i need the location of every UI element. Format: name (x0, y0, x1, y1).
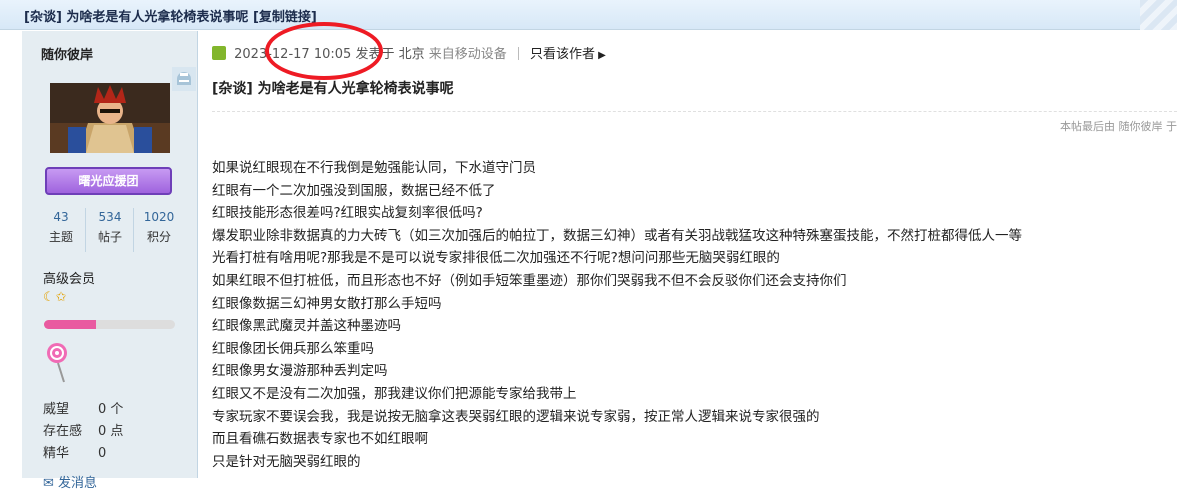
info-digest: 精华 0 (43, 442, 106, 461)
post-line: 红眼像男女漫游那种丢判定吗 (212, 363, 388, 380)
post-body: 如果说红眼现在不行我倒是勉强能认同，下水道守门员 红眼有一个二次加强没到国服，数据… (212, 157, 1177, 473)
author-sidebar: 随你彼岸 曙光应援团 43 主题 534 帖子 1020 积分 高级会员 ☾✩ … (22, 31, 198, 491)
stat-posts-value: 534 (98, 210, 122, 224)
post-line: 红眼技能形态很差吗?红眼实战复刻率很低吗? (212, 205, 483, 222)
info-presence-key: 存在感 (43, 424, 83, 439)
stat-posts[interactable]: 534 帖子 (85, 208, 134, 252)
post-line: 红眼有一个二次加强没到国服，数据已经不低了 (212, 182, 496, 199)
post-line: 如果说红眼现在不行我倒是勉强能认同，下水道守门员 (212, 160, 536, 176)
author-stats: 43 主题 534 帖子 1020 积分 (37, 208, 183, 252)
post-line: 红眼像黑武魔灵并盖这种墨迹吗 (212, 318, 401, 335)
post-line: 光看打桩有啥用呢?那我是不是可以说专家排很低二次加强还不行呢?想问问那些无脑哭弱… (212, 250, 780, 267)
post-line: 红眼像团长佣兵那么笨重吗 (212, 340, 374, 357)
level-progress-fill (44, 320, 97, 329)
post-line: 只是针对无脑哭弱红眼的 (212, 453, 361, 470)
only-author-label: 只看该作者 (530, 47, 596, 62)
post-source: 来自移动设备 (428, 47, 507, 62)
info-digest-key: 精华 (43, 446, 70, 461)
medal-badge[interactable]: 曙光应援团 (45, 167, 172, 195)
author-name[interactable]: 随你彼岸 (41, 44, 93, 63)
online-icon (172, 67, 196, 91)
meta-divider (517, 47, 519, 60)
info-prestige: 威望 0 个 (43, 398, 123, 417)
info-digest-value: 0 (98, 446, 107, 461)
post-line: 红眼又不是没有二次加强，那我建议你们把源能专家给我带上 (212, 385, 577, 402)
only-author-link[interactable]: 只看该作者 ▶ (530, 47, 606, 62)
info-presence: 存在感 0 点 (43, 420, 123, 439)
post-line: 爆发职业除非数据真的力大砖飞（如三次加强后的帕拉丁，数据三幻神）或者有关羽战戟猛… (212, 227, 1022, 244)
post-line: 而且看礁石数据表专家也不如红眼啊 (212, 431, 428, 448)
post-location: 北京 (398, 47, 425, 62)
header-decoration (1140, 0, 1177, 30)
stat-topics-label: 主题 (48, 230, 73, 244)
post-title: [杂谈] 为啥老是有人光拿轮椅表说事呢 (212, 81, 454, 97)
avatar[interactable] (50, 83, 170, 153)
candy-badge-icon[interactable] (45, 341, 71, 383)
stat-points[interactable]: 1020 积分 (133, 208, 184, 252)
highlight-circle (265, 22, 383, 80)
poster-icon (212, 46, 226, 60)
info-prestige-key: 威望 (43, 402, 70, 417)
post-line: 如果红眼不但打桩低，而且形态也不好（例如手短笨重墨迹）那你们哭弱我不但不会反驳你… (212, 272, 847, 289)
post-line: 红眼像数据三幻神男女散打那么手短吗 (212, 295, 442, 312)
chevron-right-icon: ▶ (598, 50, 606, 61)
mail-icon: ✉ (43, 476, 54, 491)
avatar-image (50, 83, 170, 153)
stat-posts-label: 帖子 (97, 230, 122, 244)
thread-title: [杂谈] 为啥老是有人光拿轮椅表说事呢 (24, 10, 249, 25)
send-message-label: 发消息 (58, 476, 98, 491)
info-prestige-value: 0 个 (98, 402, 124, 417)
level-progress (44, 320, 175, 329)
stat-topics[interactable]: 43 主题 (37, 208, 85, 252)
thread-header: [杂谈] 为啥老是有人光拿轮椅表说事呢 [复制链接] (0, 0, 1177, 30)
send-message-link[interactable]: ✉ 发消息 (43, 472, 97, 491)
info-presence-value: 0 点 (98, 424, 124, 439)
level-icons: ☾✩ (43, 290, 68, 305)
stat-points-label: 积分 (146, 230, 171, 244)
post-line: 专家玩家不要误会我，我是说按无脑拿这表哭弱红眼的逻辑来说专家弱，按正常人逻辑来说… (212, 408, 820, 425)
member-level[interactable]: 高级会员 (43, 268, 95, 287)
stat-topics-value: 43 (53, 210, 69, 224)
edit-note: 本帖最后由 随你彼岸 于 (1060, 120, 1177, 133)
stat-points-value: 1020 (143, 210, 175, 224)
title-divider (212, 111, 1177, 112)
